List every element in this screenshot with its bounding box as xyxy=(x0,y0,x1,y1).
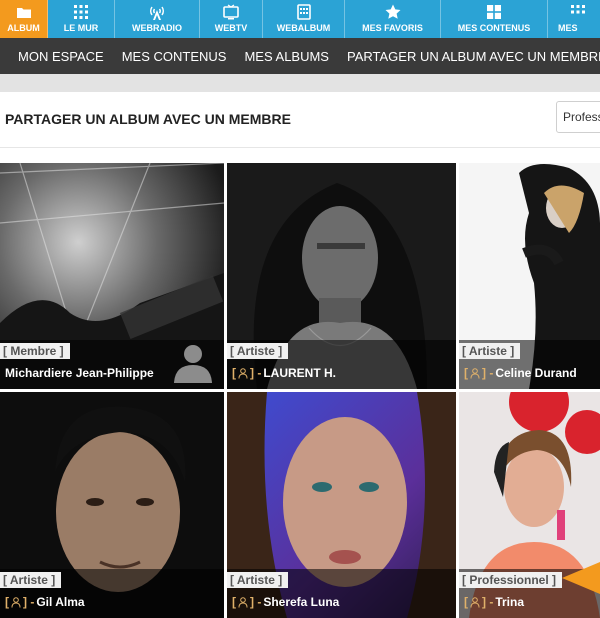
top-navigation: ALBUM LE MUR WEBRADIO WEBTV WEBALBUM MES… xyxy=(0,0,600,38)
member-type-badge: [ Professionnel ] xyxy=(459,572,563,588)
nav-item-album[interactable]: ALBUM xyxy=(0,0,48,38)
nav-item-label: MES CONTENUS xyxy=(457,23,531,33)
member-name-text: Sherefa Luna xyxy=(263,595,340,609)
member-name: [] - Trina xyxy=(464,595,524,609)
pro-indicator: [] - xyxy=(5,595,35,609)
user-icon xyxy=(470,367,480,379)
breadcrumb-item-mes-albums[interactable]: MES ALBUMS xyxy=(244,49,329,64)
nav-item-label: WEBRADIO xyxy=(132,23,182,33)
nav-item-label: WEBTV xyxy=(214,23,248,33)
windows-icon xyxy=(487,5,501,19)
member-name-text: LAURENT H. xyxy=(263,366,336,380)
member-type-select[interactable]: Professionnel xyxy=(556,101,600,133)
nav-item-label: ALBUM xyxy=(7,23,40,33)
grid-dots-icon xyxy=(74,5,88,19)
member-card[interactable]: [ Artiste ] [] - Gil Alma xyxy=(0,392,224,618)
member-name-text: Michardiere Jean-Philippe xyxy=(5,366,154,380)
scroll-left-arrow-icon[interactable] xyxy=(562,562,600,594)
member-card[interactable]: [ Artiste ] [] - LAURENT H. xyxy=(227,163,456,389)
radio-antenna-icon xyxy=(150,6,164,20)
user-icon xyxy=(238,596,248,608)
page-title: PARTAGER UN ALBUM AVEC UN MEMBRE xyxy=(5,111,291,127)
nav-item-le-mur[interactable]: LE MUR xyxy=(48,0,115,38)
tv-icon xyxy=(223,4,239,20)
pro-indicator: [] - xyxy=(232,595,262,609)
member-name-text: Trina xyxy=(495,595,525,609)
star-icon xyxy=(385,4,400,19)
member-card[interactable]: [ Artiste ] [] - Celine Durand xyxy=(459,163,600,389)
nav-item-label: WEBALBUM xyxy=(276,23,331,33)
default-avatar-icon xyxy=(174,345,212,383)
breadcrumb-item-mon-espace[interactable]: MON ESPACE xyxy=(18,49,104,64)
pro-indicator: [] - xyxy=(464,595,494,609)
member-type-badge: [ Membre ] xyxy=(0,343,70,359)
pro-indicator: [] - xyxy=(464,366,494,380)
nav-item-label: MES xyxy=(558,23,578,33)
member-card[interactable]: [ Membre ] Michardiere Jean-Philippe xyxy=(0,163,224,389)
grid-dots-icon xyxy=(571,5,585,14)
member-name: [] - Sherefa Luna xyxy=(232,595,339,609)
breadcrumb-item-current: PARTAGER UN ALBUM AVEC UN MEMBRE xyxy=(346,48,600,64)
member-name: [] - LAURENT H. xyxy=(232,366,336,380)
member-type-badge: [ Artiste ] xyxy=(227,343,289,359)
page-header: PARTAGER UN ALBUM AVEC UN MEMBRE Profess… xyxy=(0,92,600,148)
nav-item-mes-contenus[interactable]: MES CONTENUS xyxy=(441,0,548,38)
user-icon xyxy=(11,596,21,608)
breadcrumb: MON ESPACE MES CONTENUS MES ALBUMS PARTA… xyxy=(0,38,600,74)
nav-item-webtv[interactable]: WEBTV xyxy=(200,0,263,38)
album-icon xyxy=(296,4,311,20)
member-name: Michardiere Jean-Philippe xyxy=(5,366,154,380)
user-icon xyxy=(238,367,248,379)
nav-item-label: LE MUR xyxy=(63,23,99,33)
member-card[interactable]: [ Artiste ] [] - Sherefa Luna xyxy=(227,392,456,618)
nav-item-mes[interactable]: MES xyxy=(548,0,600,38)
breadcrumb-item-mes-contenus[interactable]: MES CONTENUS xyxy=(122,49,227,64)
member-name-text: Celine Durand xyxy=(495,366,577,380)
member-type-badge: [ Artiste ] xyxy=(459,343,521,359)
nav-item-webalbum[interactable]: WEBALBUM xyxy=(263,0,345,38)
member-name: [] - Gil Alma xyxy=(5,595,85,609)
nav-item-webradio[interactable]: WEBRADIO xyxy=(115,0,200,38)
member-type-badge: [ Artiste ] xyxy=(0,572,62,588)
folder-icon xyxy=(16,8,31,18)
nav-item-mes-favoris[interactable]: MES FAVORIS xyxy=(345,0,441,38)
member-name-text: Gil Alma xyxy=(36,595,85,609)
member-grid: [ Membre ] Michardiere Jean-Philippe [ A… xyxy=(0,163,600,618)
spacer-band xyxy=(0,74,600,92)
pro-indicator: [] - xyxy=(232,366,262,380)
member-name: [] - Celine Durand xyxy=(464,366,577,380)
user-icon xyxy=(470,596,480,608)
member-type-badge: [ Artiste ] xyxy=(227,572,289,588)
nav-item-label: MES FAVORIS xyxy=(362,23,423,33)
